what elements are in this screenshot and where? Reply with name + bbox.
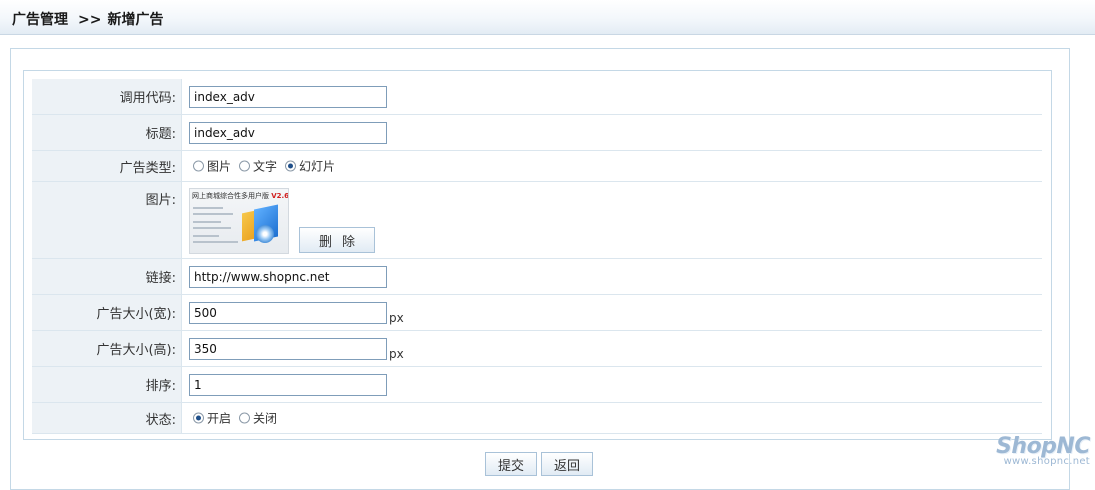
- delete-image-button[interactable]: 删除: [299, 227, 375, 253]
- radio-label: 文字: [253, 159, 278, 174]
- ad-height-unit: px: [389, 346, 404, 361]
- back-button[interactable]: 返回: [541, 452, 593, 476]
- radio-circle-selected[interactable]: [285, 160, 297, 172]
- radio-circle-selected[interactable]: [193, 412, 204, 424]
- ad-type-label: 广告类型:: [32, 151, 182, 181]
- title-label: 标题:: [32, 115, 182, 150]
- row-link: 链接:: [32, 259, 1042, 295]
- ad-height-label: 广告大小(高):: [32, 331, 182, 366]
- disc-graphic: [256, 225, 274, 243]
- page-header: 广告管理 >> 新增广告: [0, 0, 1095, 35]
- status-radio-off[interactable]: 关闭: [239, 410, 277, 427]
- title-input[interactable]: [189, 121, 387, 144]
- row-call-code: 调用代码:: [32, 79, 1042, 115]
- row-ad-height: 广告大小(高): px: [32, 331, 1042, 367]
- radio-label: 开启: [207, 411, 232, 426]
- breadcrumb: 广告管理 >> 新增广告: [12, 9, 163, 29]
- ad-width-label: 广告大小(宽):: [32, 295, 182, 330]
- link-label: 链接:: [32, 259, 182, 294]
- breadcrumb-separator: >>: [78, 12, 102, 28]
- ad-type-radio-image[interactable]: 图片: [193, 158, 231, 175]
- ad-width-input[interactable]: [189, 301, 387, 324]
- ad-height-input[interactable]: [189, 337, 387, 360]
- sort-input[interactable]: [189, 373, 387, 396]
- call-code-label: 调用代码:: [32, 79, 182, 114]
- radio-circle[interactable]: [193, 160, 204, 172]
- row-ad-type: 广告类型: 图片 文字 幻灯片: [32, 151, 1042, 182]
- row-image: 图片: 网上商城综合性多用户版 V2.6 删除: [32, 182, 1042, 259]
- thumbnail-title: 网上商城综合性多用户版 V2.6: [192, 192, 289, 200]
- status-radio-group: 开启 关闭: [193, 410, 285, 427]
- radio-circle[interactable]: [239, 412, 251, 424]
- ad-type-radio-slideshow[interactable]: 幻灯片: [285, 158, 335, 175]
- status-label: 状态:: [32, 403, 182, 433]
- link-input[interactable]: [189, 265, 387, 288]
- ad-image-thumbnail: 网上商城综合性多用户版 V2.6: [189, 188, 289, 254]
- shopnc-logo: ShopNC www.shopnc.net: [970, 434, 1090, 467]
- sort-label: 排序:: [32, 367, 182, 402]
- radio-label: 关闭: [253, 411, 278, 426]
- call-code-input[interactable]: [189, 85, 387, 108]
- logo-site: www.shopnc.net: [1003, 456, 1090, 467]
- breadcrumb-current: 新增广告: [107, 12, 164, 28]
- status-radio-on[interactable]: 开启: [193, 410, 231, 427]
- row-ad-width: 广告大小(宽): px: [32, 295, 1042, 331]
- ad-type-radio-group: 图片 文字 幻灯片: [193, 158, 343, 175]
- ad-width-unit: px: [389, 310, 404, 325]
- radio-circle[interactable]: [239, 160, 251, 172]
- row-sort: 排序:: [32, 367, 1042, 403]
- row-title: 标题:: [32, 115, 1042, 151]
- row-status: 状态: 开启 关闭: [32, 403, 1042, 434]
- radio-label: 图片: [207, 159, 232, 174]
- ad-type-radio-text[interactable]: 文字: [239, 158, 277, 175]
- radio-label: 幻灯片: [299, 159, 336, 174]
- breadcrumb-parent[interactable]: 广告管理: [12, 12, 68, 28]
- submit-button[interactable]: 提交: [485, 452, 537, 476]
- image-label: 图片:: [32, 182, 182, 258]
